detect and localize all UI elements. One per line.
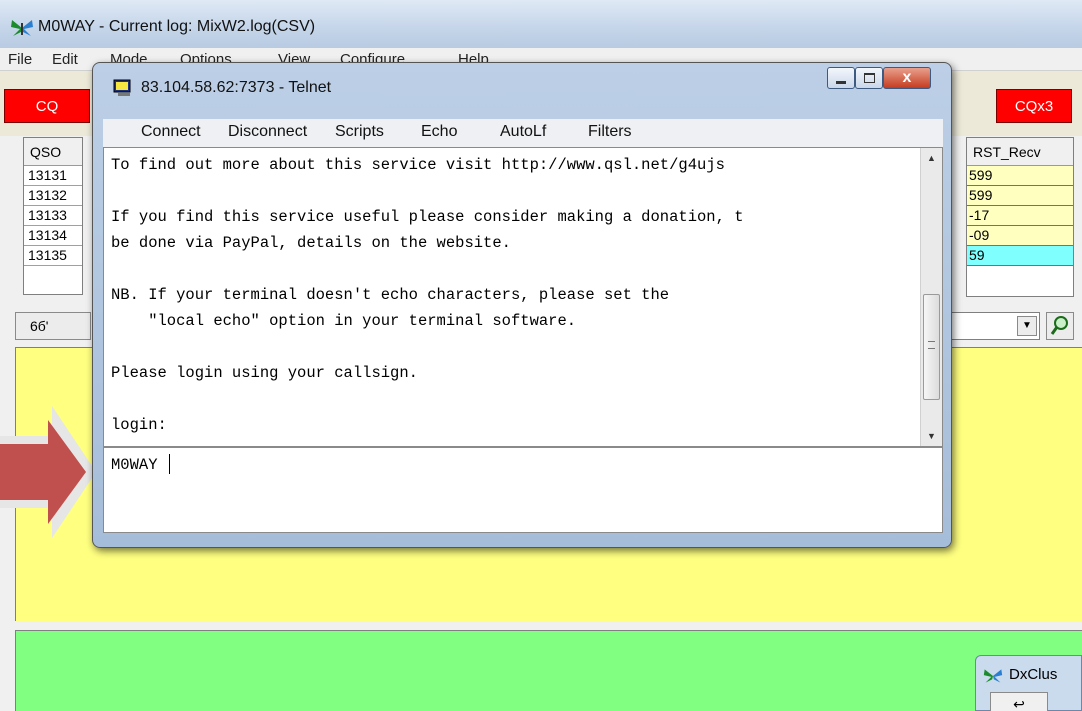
scroll-up-arrow-icon[interactable]: ▲ [921,148,942,168]
minimize-icon [836,81,846,84]
menu-disconnect[interactable]: Disconnect [228,123,307,141]
terminal-line: Please login using your callsign. [111,364,418,382]
maximize-button[interactable] [855,67,883,89]
telnet-input-value: M0WAY [111,456,158,474]
scroll-down-arrow-icon[interactable]: ▼ [921,426,942,446]
dxcluster-title: DxClus [1009,666,1058,683]
menu-scripts[interactable]: Scripts [335,123,384,141]
terminal-line: be done via PayPal, details on the websi… [111,234,511,252]
telnet-window: 83.104.58.62:7373 - Telnet x Connect Dis… [92,62,952,548]
main-titlebar: M0WAY - Current log: MixW2.log(CSV) [0,0,1082,48]
close-button[interactable]: x [883,67,931,89]
menu-autolf[interactable]: AutoLf [500,123,546,141]
text-caret [169,454,170,474]
menu-filters[interactable]: Filters [588,123,632,141]
qso-cell[interactable]: 13135 [24,246,82,266]
dxcluster-window[interactable]: DxClus ↩ [975,655,1082,711]
terminal-line: NB. If your terminal doesn't echo charac… [111,286,670,304]
transmit-text-panel[interactable] [15,630,1082,711]
telnet-terminal-icon [113,79,131,96]
menu-edit[interactable]: Edit [52,51,78,68]
glasses-button[interactable]: 6б' [15,312,91,340]
main-window-title: M0WAY - Current log: MixW2.log(CSV) [38,18,316,35]
butterfly-icon [983,669,1003,683]
cq-button[interactable]: CQ [4,89,90,123]
telnet-window-title: 83.104.58.62:7373 - Telnet [141,79,332,96]
maximize-icon [864,73,875,83]
qso-column-header[interactable]: QSO [24,138,82,166]
vertical-scrollbar[interactable]: ▲ ▼ [920,148,942,446]
cqx3-button[interactable]: CQx3 [996,89,1072,123]
terminal-line: "local echo" option in your terminal sof… [111,312,577,330]
telnet-input-field[interactable]: M0WAY [103,447,943,533]
terminal-line: To find out more about this service visi… [111,156,725,174]
menu-connect[interactable]: Connect [141,123,201,141]
rst-cell[interactable]: -17 [967,206,1073,226]
rst-cell[interactable]: -09 [967,226,1073,246]
qso-cell[interactable]: 13132 [24,186,82,206]
telnet-menubar: Connect Disconnect Scripts Echo AutoLf F… [103,119,943,147]
menu-file[interactable]: File [8,51,32,68]
terminal-output[interactable]: To find out more about this service visi… [103,147,943,447]
qso-cell[interactable]: 13133 [24,206,82,226]
menu-echo[interactable]: Echo [421,123,457,141]
rst-column-header[interactable]: RST_Recv [967,138,1073,166]
terminal-line: login: [111,416,167,434]
terminal-line: If you find this service useful please c… [111,208,744,226]
scroll-grip-icon [928,341,935,349]
butterfly-icon [11,20,33,36]
minimize-button[interactable] [827,67,855,89]
qso-cell[interactable]: 13131 [24,166,82,186]
rst-cell[interactable]: 599 [967,186,1073,206]
annotation-arrow [0,406,96,538]
rst-recv-grid: RST_Recv 599 599 -17 -09 59 [966,137,1074,297]
qso-cell[interactable]: 13134 [24,226,82,246]
dx-return-button[interactable]: ↩ [990,692,1048,711]
scrollbar-thumb[interactable] [923,294,940,400]
magnifier-icon [1050,316,1068,335]
dropdown-arrow-icon[interactable]: ▼ [1017,316,1037,336]
lookup-combobox[interactable]: ▼ [950,312,1040,340]
rst-cell-selected[interactable]: 59 [967,246,1073,266]
search-button[interactable] [1046,312,1074,340]
qso-grid: QSO 13131 13132 13133 13134 13135 [23,137,83,295]
rst-cell[interactable]: 599 [967,166,1073,186]
